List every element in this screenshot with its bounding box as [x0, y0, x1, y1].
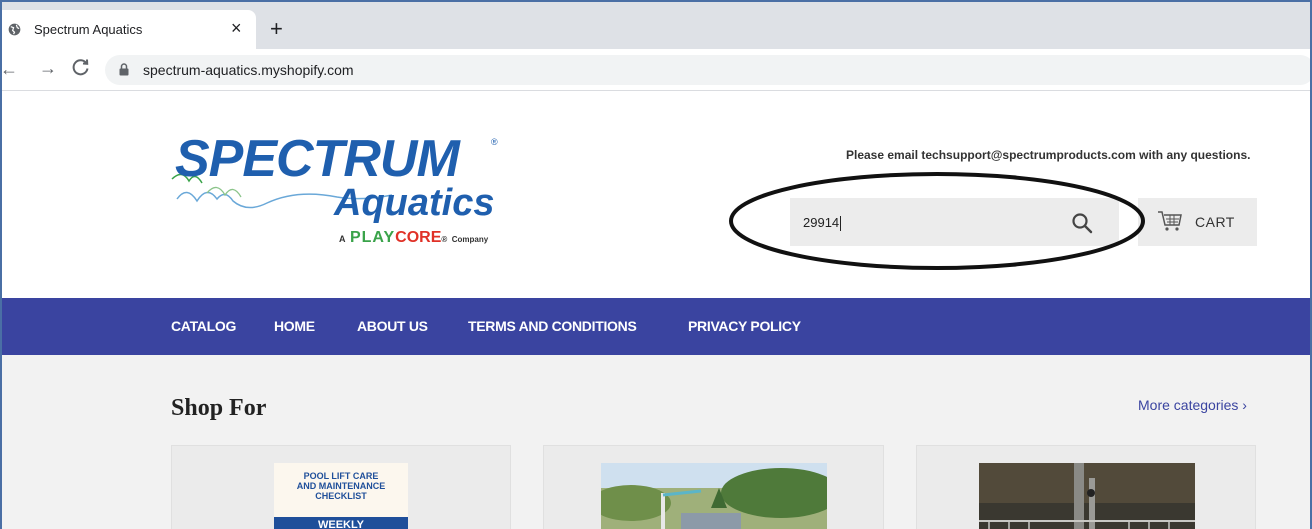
cart-label: CART: [1195, 214, 1235, 230]
cart-icon: [1158, 211, 1182, 231]
main-navigation: CATALOG HOME ABOUT US TERMS AND CONDITIO…: [2, 298, 1310, 355]
forward-button[interactable]: →: [39, 58, 57, 79]
tagline-a: A: [339, 234, 346, 244]
category-image[interactable]: POOL LIFT CARE AND MAINTENANCE CHECKLIST…: [274, 463, 408, 529]
browser-toolbar: ← → spectrum-aquatics.myshopify.com: [2, 49, 1310, 91]
tab-close-icon[interactable]: ×: [231, 18, 242, 38]
nav-item-privacy-policy[interactable]: PRIVACY POLICY: [688, 318, 801, 334]
nav-item-about-us[interactable]: ABOUT US: [357, 318, 428, 334]
globe-icon: [8, 23, 21, 36]
site-header: SPECTRUM ® Aquatics A PLAYCORE® Company …: [2, 91, 1310, 298]
support-email-notice: Please email techsupport@spectrumproduct…: [846, 148, 1251, 162]
logo-wordmark: SPECTRUM: [175, 130, 460, 188]
category-card[interactable]: [916, 445, 1256, 529]
nav-item-home[interactable]: HOME: [274, 318, 315, 334]
lock-icon: [119, 63, 129, 76]
address-bar[interactable]: spectrum-aquatics.myshopify.com: [105, 55, 1310, 85]
tagline-company: Company: [451, 235, 489, 244]
section-title: Shop For: [171, 395, 267, 421]
logo-subtitle: Aquatics: [334, 182, 495, 224]
more-categories-link[interactable]: More categories ›: [1138, 397, 1247, 413]
tagline-core: CORE: [395, 229, 442, 246]
category-card[interactable]: POOL LIFT CARE AND MAINTENANCE CHECKLIST…: [171, 445, 511, 529]
browser-tab[interactable]: Spectrum Aquatics ×: [2, 10, 256, 49]
tagline-play: PLAY: [349, 229, 396, 246]
browser-window: Spectrum Aquatics × + ← → spectrum-aquat…: [0, 0, 1312, 529]
category-image[interactable]: [979, 463, 1195, 529]
playcore-tagline: A PLAYCORE® Company: [339, 229, 488, 249]
shop-for-section: Shop For More categories › POOL LIFT CAR…: [2, 355, 1310, 529]
thumb-band-label: WEEKLY: [317, 519, 365, 529]
spectrum-aquatics-logo[interactable]: SPECTRUM ® Aquatics A PLAYCORE® Company: [167, 131, 507, 261]
logo-registered-mark: ®: [491, 137, 498, 147]
category-card[interactable]: [543, 445, 884, 529]
thumb-text-line: POOL LIFT CARE: [303, 471, 379, 481]
new-tab-button[interactable]: +: [270, 18, 283, 40]
nav-item-catalog[interactable]: CATALOG: [171, 318, 236, 334]
tagline-tm: ®: [441, 235, 448, 244]
tab-title: Spectrum Aquatics: [34, 22, 143, 37]
reload-icon[interactable]: [71, 57, 91, 77]
back-button[interactable]: ←: [2, 59, 18, 80]
tab-strip: Spectrum Aquatics × +: [2, 2, 1310, 49]
cart-button[interactable]: CART: [1138, 198, 1257, 246]
nav-item-terms[interactable]: TERMS AND CONDITIONS: [468, 318, 637, 334]
thumb-text: POOL LIFT CARE AND MAINTENANCE CHECKLIST: [274, 471, 408, 501]
url-text: spectrum-aquatics.myshopify.com: [143, 62, 354, 78]
hand-drawn-circle-annotation: [729, 172, 1145, 270]
thumb-text-line: AND MAINTENANCE: [296, 481, 386, 491]
category-image[interactable]: [601, 463, 827, 529]
thumb-text-line: CHECKLIST: [315, 491, 367, 501]
